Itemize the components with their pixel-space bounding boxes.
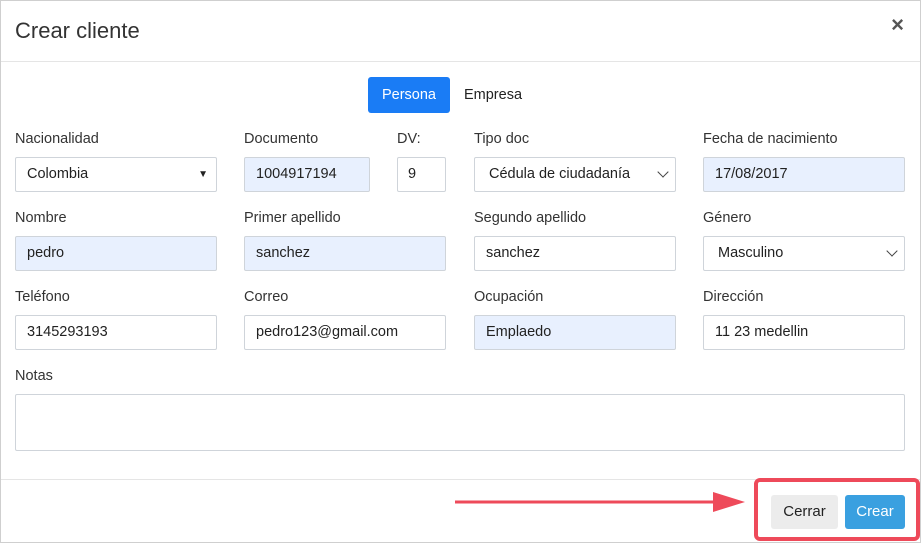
primer-apellido-input[interactable]: sanchez [244, 236, 446, 271]
modal-header: Crear cliente × [1, 1, 920, 62]
documento-label: Documento [244, 131, 319, 147]
telefono-label: Teléfono [15, 289, 70, 305]
nombre-input[interactable]: pedro [15, 236, 217, 271]
crear-button[interactable]: Crear [845, 495, 905, 529]
tipo-doc-value: Cédula de ciudadanía [489, 166, 631, 182]
direccion-input[interactable]: 11 23 medellin [703, 315, 905, 350]
fecha-nacimiento-label: Fecha de nacimiento [703, 131, 838, 147]
cerrar-button[interactable]: Cerrar [771, 495, 838, 529]
correo-label: Correo [244, 289, 289, 305]
modal-title: Crear cliente [15, 18, 140, 43]
ocupacion-input[interactable]: Emplaedo [474, 315, 676, 350]
nacionalidad-select[interactable]: Colombia ▼ [15, 157, 217, 192]
dv-label: DV: [397, 131, 421, 147]
create-client-modal: Crear cliente × Persona Empresa Nacional… [0, 0, 921, 543]
direccion-label: Dirección [703, 289, 764, 305]
correo-input[interactable]: pedro123@gmail.com [244, 315, 446, 350]
arrow-right-icon [455, 492, 745, 512]
ocupacion-label: Ocupación [474, 289, 544, 305]
caret-down-icon: ▼ [198, 169, 208, 180]
telefono-input[interactable]: 3145293193 [15, 315, 217, 350]
tab-empresa[interactable]: Empresa [453, 77, 533, 113]
genero-value: Masculino [718, 245, 784, 261]
documento-input[interactable]: 1004917194 [244, 157, 370, 192]
nacionalidad-value: Colombia [27, 166, 89, 182]
primer-apellido-label: Primer apellido [244, 210, 341, 226]
genero-label: Género [703, 210, 752, 226]
genero-select[interactable]: Masculino [703, 236, 905, 271]
close-icon[interactable]: × [891, 13, 904, 37]
tipo-doc-label: Tipo doc [474, 131, 530, 147]
nombre-label: Nombre [15, 210, 67, 226]
chevron-down-icon [657, 166, 669, 178]
notas-textarea[interactable] [15, 394, 905, 451]
nacionalidad-label: Nacionalidad [15, 131, 99, 147]
tab-persona[interactable]: Persona [368, 77, 450, 113]
segundo-apellido-input[interactable]: sanchez [474, 236, 676, 271]
fecha-nacimiento-input[interactable]: 17/08/2017 [703, 157, 905, 192]
segundo-apellido-label: Segundo apellido [474, 210, 587, 226]
notas-label: Notas [15, 368, 53, 384]
chevron-down-icon [886, 245, 898, 257]
dv-input[interactable]: 9 [397, 157, 446, 192]
tipo-doc-select[interactable]: Cédula de ciudadanía [474, 157, 676, 192]
